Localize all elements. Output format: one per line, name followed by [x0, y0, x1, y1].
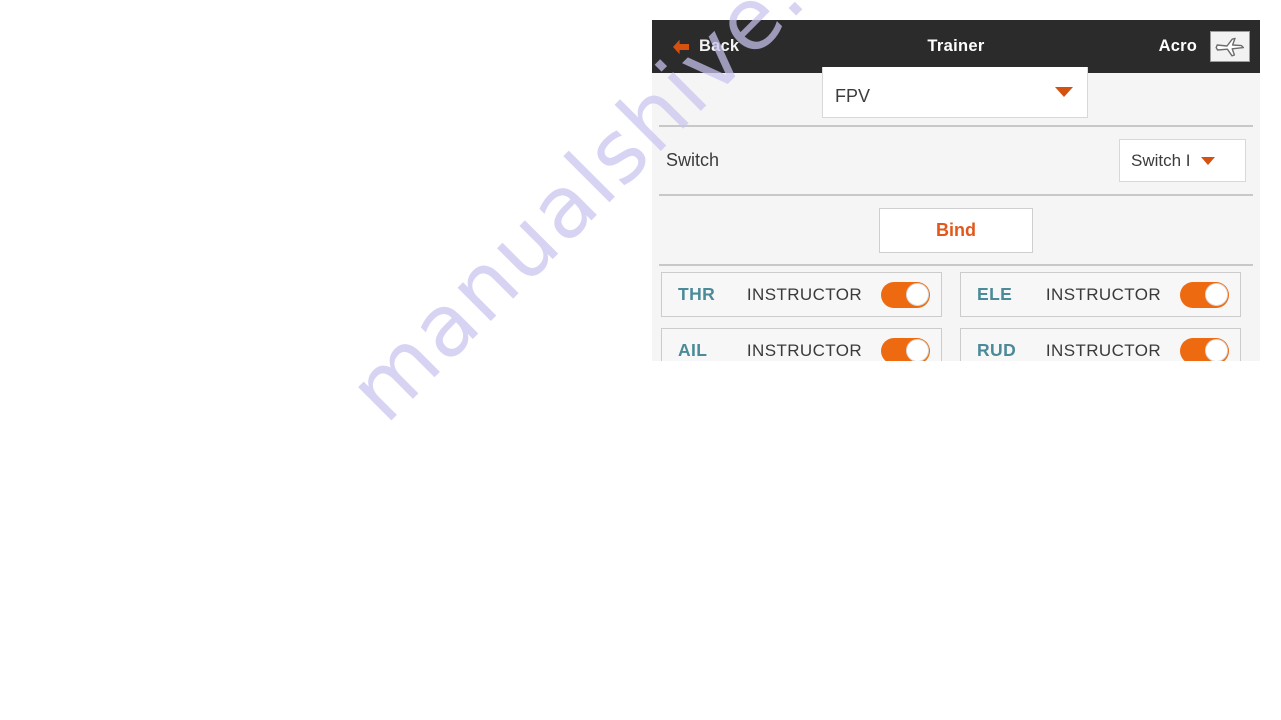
- arrow-left-icon: [673, 39, 689, 54]
- channel-toggle[interactable]: [881, 281, 930, 308]
- channel-toggle[interactable]: [1180, 281, 1229, 308]
- back-button[interactable]: Back: [672, 37, 739, 56]
- channel-name: RUD: [977, 340, 1017, 360]
- channel-card-ail[interactable]: AIL INSTRUCTOR: [661, 328, 942, 361]
- row-model-type: FPV: [652, 67, 1260, 125]
- channel-grid: THR INSTRUCTOR ELE INSTRUCTOR AIL INSTRU…: [652, 266, 1260, 361]
- app-header: Back Trainer Acro: [652, 20, 1260, 73]
- channel-role: INSTRUCTOR: [746, 340, 863, 360]
- switch-value: Switch I: [1131, 150, 1191, 170]
- switch-dropdown[interactable]: Switch I: [1119, 139, 1246, 182]
- channel-name: THR: [678, 284, 716, 304]
- channel-card-thr[interactable]: THR INSTRUCTOR: [661, 272, 942, 317]
- toggle-knob: [1204, 283, 1228, 306]
- airplane-icon: [1215, 37, 1245, 56]
- settings-list: FPV Switch Switch I Bind THR INSTRUCTOR …: [652, 67, 1260, 361]
- channel-card-ele[interactable]: ELE INSTRUCTOR: [960, 272, 1241, 317]
- back-label: Back: [699, 37, 740, 55]
- model-type-value: FPV: [835, 86, 871, 106]
- channel-name: ELE: [977, 284, 1013, 304]
- channel-role: INSTRUCTOR: [1045, 284, 1162, 304]
- flight-mode-label: Acro: [1158, 37, 1197, 55]
- model-type-dropdown[interactable]: FPV: [822, 67, 1088, 118]
- toggle-knob: [1204, 339, 1228, 361]
- header-right-group: Acro: [1159, 31, 1250, 62]
- toggle-knob: [905, 339, 929, 361]
- channel-name: AIL: [678, 340, 708, 360]
- channel-card-rud[interactable]: RUD INSTRUCTOR: [960, 328, 1241, 361]
- chevron-down-icon: [1055, 87, 1073, 97]
- toggle-knob: [905, 283, 929, 306]
- channel-role: INSTRUCTOR: [746, 284, 863, 304]
- row-switch: Switch Switch I: [652, 127, 1260, 194]
- channel-role: INSTRUCTOR: [1045, 340, 1162, 360]
- model-type-button[interactable]: [1210, 31, 1250, 62]
- channel-toggle[interactable]: [881, 337, 930, 361]
- row-bind: Bind: [652, 196, 1260, 264]
- channel-toggle[interactable]: [1180, 337, 1229, 361]
- chevron-down-icon: [1200, 156, 1215, 165]
- switch-label: Switch: [666, 150, 720, 170]
- page-root: manualshive.com Back Trainer Acro FPV Sw…: [0, 0, 1281, 720]
- device-screenshot-panel: Back Trainer Acro FPV Switch Switch I Bi…: [652, 20, 1260, 361]
- bind-button[interactable]: Bind: [879, 207, 1033, 253]
